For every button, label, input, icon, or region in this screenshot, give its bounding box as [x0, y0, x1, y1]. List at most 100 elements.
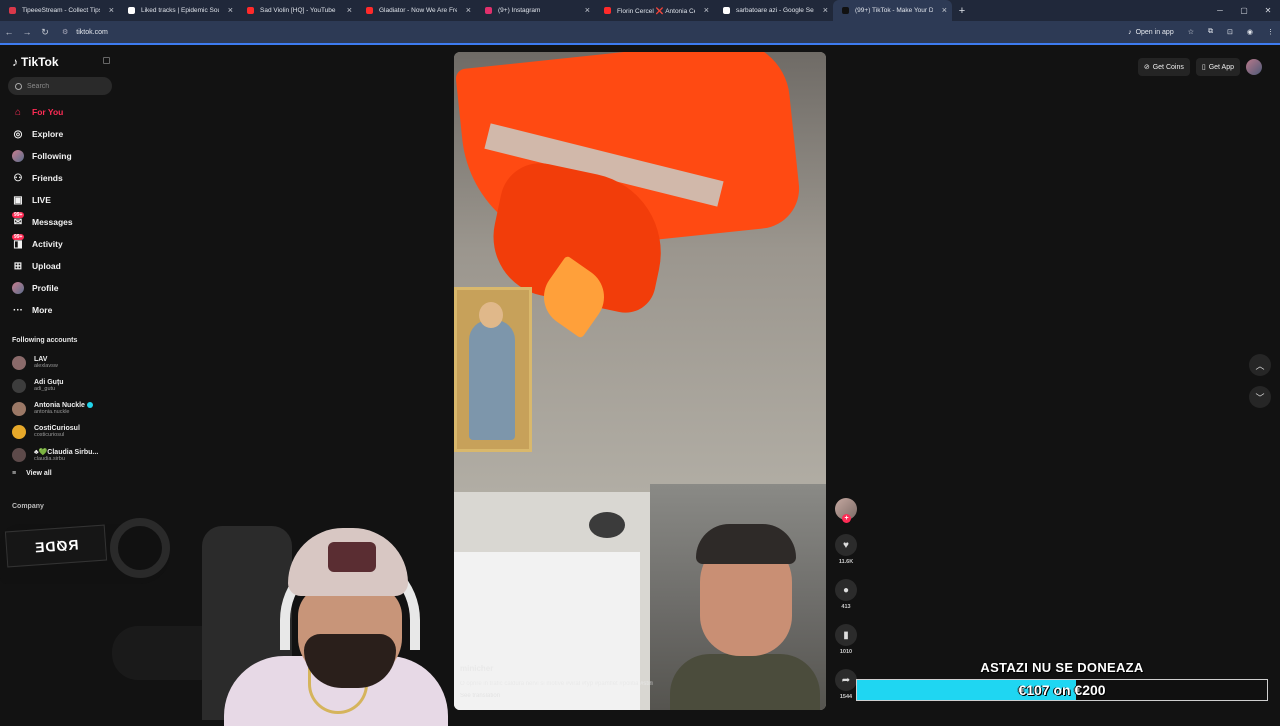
home-icon: ⌂ [14, 106, 22, 118]
window-controls: ─ ▢ ✕ [1208, 0, 1280, 21]
user-avatar[interactable] [1246, 59, 1262, 75]
profile-avatar [12, 282, 24, 294]
close-window-icon[interactable]: ✕ [1256, 0, 1280, 21]
like-button[interactable]: ♥ [835, 534, 857, 556]
top-actions: ⊘ Get Coins ▯ Get App [1137, 58, 1262, 76]
sidebar-item-label: Upload [32, 261, 61, 271]
see-translation-link[interactable]: See translation [460, 693, 760, 699]
browser-tab[interactable]: (9+) Instagram × [476, 0, 595, 21]
list-icon: ≡ [12, 470, 17, 477]
sidebar-item-label: Messages [32, 217, 73, 227]
sidebar-item-profile[interactable]: Profile [0, 277, 120, 299]
following-account[interactable]: CostiCuriosul costicuriosul [0, 420, 120, 443]
browser-tab[interactable]: Florin Cercel ❌ Antonia Cercel × [595, 0, 714, 21]
sidebar-item-label: Explore [32, 129, 64, 139]
duet-person-hair [696, 524, 796, 564]
minimize-icon[interactable]: ─ [1208, 0, 1232, 21]
save-button[interactable]: ▮ [835, 624, 857, 646]
forward-icon[interactable]: → [18, 27, 36, 37]
new-tab-button[interactable]: + [952, 5, 972, 17]
following-account[interactable]: ♣💚Claudia Sirbu... claudia.sirbu [0, 443, 120, 466]
comment-count: 413 [841, 604, 851, 610]
account-avatar [12, 355, 26, 370]
donation-amount: €107 on €200 [1018, 682, 1106, 698]
tab-favicon-icon [366, 7, 373, 14]
tab-favicon-icon [604, 7, 611, 14]
share-count: 1544 [839, 694, 853, 700]
account-name: Adi Guțu [34, 379, 64, 386]
account-avatar [12, 447, 26, 462]
close-tab-icon[interactable]: × [585, 5, 590, 15]
sidebar-item-label: Activity [32, 239, 63, 249]
close-tab-icon[interactable]: × [347, 5, 352, 15]
sidebar-item-label: Friends [32, 173, 63, 183]
open-in-app-button[interactable]: ♪ Open in app [1128, 29, 1174, 36]
tab-favicon-icon [485, 7, 492, 14]
collapse-sidebar-icon[interactable] [103, 57, 110, 64]
like-count: 11.6K [838, 559, 854, 565]
browser-tab[interactable]: (99+) TikTok - Make Your D × [833, 0, 952, 21]
url-field[interactable]: ⚙ tiktok.com [62, 28, 108, 37]
close-tab-icon[interactable]: × [823, 5, 828, 15]
browser-tab[interactable]: Gladiator - Now We Are Free - × [357, 0, 476, 21]
site-info-icon[interactable]: ⚙ [62, 28, 68, 36]
follow-plus-icon[interactable]: + [842, 514, 851, 523]
browser-tab[interactable]: TipeeeStream - Collect Tips wh × [0, 0, 119, 21]
browser-tab[interactable]: Liked tracks | Epidemic Sound × [119, 0, 238, 21]
sidebar-item-following[interactable]: Following [0, 145, 120, 167]
following-account[interactable]: Antonia Nuckle antonia.nuckle [0, 397, 120, 420]
account-handle: costicuriosul [34, 432, 65, 438]
close-tab-icon[interactable]: × [466, 5, 471, 15]
browser-tab[interactable]: sarbatoare azi - Google Search × [714, 0, 833, 21]
previous-video-button[interactable]: ︿ [1249, 354, 1271, 376]
sidebar-item-activity[interactable]: ◨ 99+ Activity [0, 233, 120, 255]
video-frame-top [454, 52, 826, 492]
tab-title: Liked tracks | Epidemic Sound [141, 7, 219, 14]
browser-tab[interactable]: Sad Violin [HQ] - YouTube × [238, 0, 357, 21]
sidebar-item-upload[interactable]: ⊞ Upload [0, 255, 120, 277]
sidebar-item-messages[interactable]: ✉ 99+ Messages [0, 211, 120, 233]
search-input[interactable] [27, 82, 107, 90]
sidebar-item-explore[interactable]: ◎ Explore [0, 123, 120, 145]
sidebar-item-live[interactable]: ▣ LIVE [0, 189, 120, 211]
heart-icon: ♥ [843, 539, 849, 551]
tab-list: TipeeeStream - Collect Tips wh×Liked tra… [0, 0, 952, 21]
following-account[interactable]: Adi Guțu adi_gutu [0, 374, 120, 397]
next-video-button[interactable]: ﹀ [1249, 386, 1271, 408]
sidebar-item-more[interactable]: ··· More [0, 299, 120, 321]
get-coins-button[interactable]: ⊘ Get Coins [1137, 58, 1190, 76]
following-account[interactable]: LAV alexlavsw [0, 351, 120, 374]
back-icon[interactable]: ← [0, 27, 18, 37]
sidebar-item-for-you[interactable]: ⌂ For You [0, 101, 120, 123]
view-all-button[interactable]: ≡ View all [12, 470, 52, 477]
maximize-icon[interactable]: ▢ [1232, 0, 1256, 21]
get-app-button[interactable]: ▯ Get App [1195, 58, 1240, 76]
video-username[interactable]: minicher [460, 664, 760, 673]
close-tab-icon[interactable]: × [704, 5, 709, 15]
comment-button[interactable]: ● [835, 579, 857, 601]
sidebar-item-friends[interactable]: ⚇ Friends [0, 167, 120, 189]
reload-icon[interactable]: ↻ [36, 27, 54, 38]
account-avatar [12, 401, 26, 416]
tab-title: (99+) TikTok - Make Your D [855, 7, 933, 14]
search-box[interactable] [8, 77, 112, 95]
tab-title: sarbatoare azi - Google Search [736, 7, 814, 14]
tab-title: (9+) Instagram [498, 7, 541, 14]
tiktok-logo[interactable]: ♪ TikTok [12, 55, 59, 69]
creator-avatar[interactable]: + [835, 498, 857, 523]
share-button[interactable]: ➦ [835, 669, 857, 691]
tab-search-icon[interactable]: ⊡ [1227, 28, 1233, 36]
close-tab-icon[interactable]: × [942, 5, 947, 15]
bookmark-icon: ▮ [843, 629, 849, 641]
sidebar-item-label: LIVE [32, 195, 51, 205]
profile-icon[interactable]: ◉ [1247, 28, 1253, 36]
close-tab-icon[interactable]: × [109, 5, 114, 15]
tab-title: Florin Cercel ❌ Antonia Cercel [617, 7, 695, 15]
tab-favicon-icon [128, 7, 135, 14]
browser-menu-icon[interactable]: ⋮ [1267, 28, 1274, 36]
bookmark-star-icon[interactable]: ☆ [1188, 28, 1194, 36]
video-player[interactable]: minicher O oprire in trafic caldura nerv… [454, 52, 826, 710]
close-tab-icon[interactable]: × [228, 5, 233, 15]
icon-figure-head [479, 302, 503, 328]
extensions-icon[interactable]: ⧉ [1208, 28, 1213, 36]
